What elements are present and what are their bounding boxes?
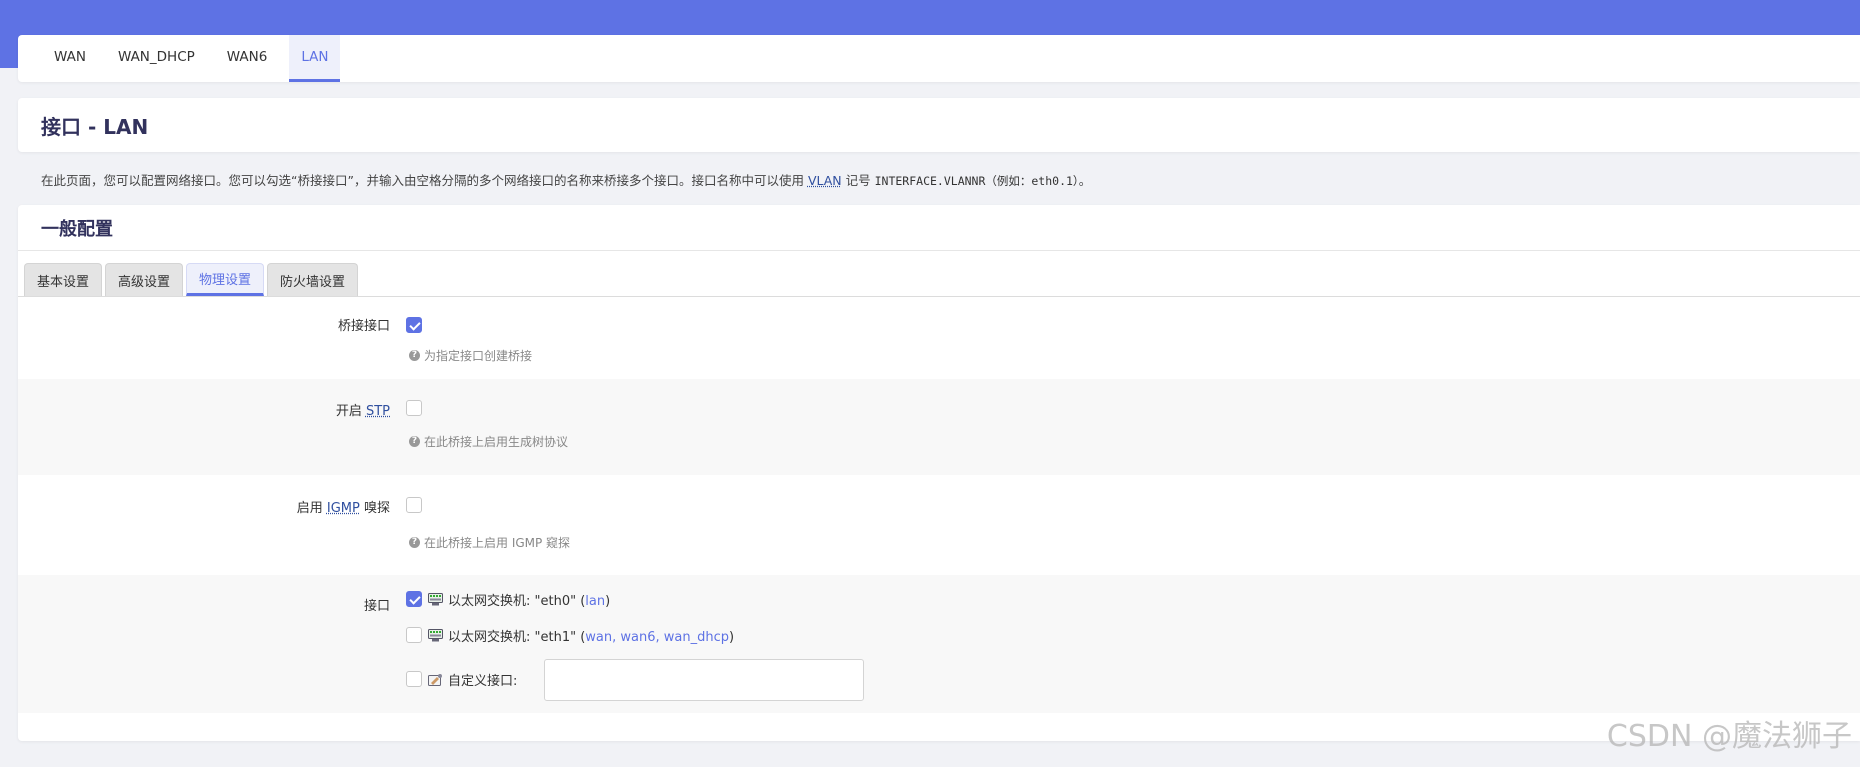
- question-circle-icon: ?: [409, 537, 420, 548]
- eth0-close: ): [605, 594, 611, 609]
- subtab-firewall[interactable]: 防火墙设置: [267, 263, 359, 296]
- igmp-label-suffix: 嗅探: [359, 501, 390, 516]
- description-text-mid: 记号: [841, 173, 875, 188]
- page-description: 在此页面，您可以配置网络接口。您可以勾选“桥接接口”，并输入由空格分隔的多个网络…: [41, 170, 1851, 189]
- stp-hint-text: 在此桥接上启用生成树协议: [424, 435, 569, 449]
- tab-wan6[interactable]: WAN6: [217, 35, 278, 82]
- custom-iface-label: 自定义接口:: [448, 674, 518, 689]
- custom-interface-input[interactable]: [544, 659, 864, 701]
- subtab-physical[interactable]: 物理设置: [186, 263, 265, 296]
- eth1-checkbox[interactable]: [406, 627, 422, 643]
- description-text: 在此页面，您可以配置网络接口。您可以勾选“桥接接口”，并输入由空格分隔的多个网络…: [41, 173, 808, 188]
- igmp-label: 启用 IGMP 嗅探: [297, 497, 390, 516]
- question-circle-icon: ?: [409, 436, 420, 447]
- igmp-row: 启用 IGMP 嗅探 ? 在此桥接上启用 IGMP 窥探: [18, 475, 1860, 575]
- stp-label: 开启 STP: [336, 400, 390, 419]
- custom-iface-checkbox[interactable]: [406, 671, 422, 687]
- igmp-abbr: IGMP: [326, 501, 360, 516]
- tab-wan[interactable]: WAN: [44, 35, 96, 82]
- custom-interface-icon: [428, 673, 443, 686]
- bridge-hint-text: 为指定接口创建桥接: [424, 349, 533, 363]
- bridge-label: 桥接接口: [337, 319, 390, 334]
- eth1-option: 以太网交换机: "eth1" (wan, wan6, wan_dhcp): [428, 626, 734, 645]
- stp-checkbox[interactable]: [406, 400, 422, 416]
- eth1-close: ): [729, 630, 735, 645]
- subtab-advanced[interactable]: 高级设置: [105, 263, 184, 296]
- stp-row: 开启 STP ? 在此桥接上启用生成树协议: [18, 379, 1860, 475]
- ethernet-switch-icon: [428, 629, 443, 642]
- page-title-card: 接口 - LAN: [18, 98, 1860, 152]
- tab-lan[interactable]: LAN: [289, 35, 341, 82]
- tab-wan-dhcp[interactable]: WAN_DHCP: [108, 35, 205, 82]
- interfaces-row: 接口 以太网交换机: "eth0" (lan) 以太网交换机: "eth1" (…: [18, 575, 1860, 713]
- ethernet-switch-icon: [428, 593, 443, 606]
- section-title: 一般配置: [18, 205, 1860, 251]
- igmp-label-prefix: 启用: [296, 501, 327, 516]
- eth0-networks: lan: [585, 594, 606, 609]
- question-circle-icon: ?: [409, 350, 420, 361]
- eth0-label: 以太网交换机: "eth0" (: [448, 594, 586, 609]
- description-text-end: 。: [1078, 173, 1092, 188]
- eth1-label: 以太网交换机: "eth1" (: [448, 630, 586, 645]
- stp-label-prefix: 开启: [335, 404, 366, 419]
- eth0-option: 以太网交换机: "eth0" (lan): [428, 590, 610, 609]
- interface-tabs: WAN WAN_DHCP WAN6 LAN: [18, 35, 1860, 82]
- igmp-hint-text: 在此桥接上启用 IGMP 窥探: [424, 536, 571, 550]
- bridge-hint: ? 为指定接口创建桥接: [409, 347, 532, 364]
- custom-iface-option: 自定义接口:: [428, 670, 517, 689]
- bridge-checkbox[interactable]: [406, 317, 422, 333]
- stp-hint: ? 在此桥接上启用生成树协议: [409, 433, 568, 450]
- vlan-link[interactable]: VLAN: [808, 173, 842, 188]
- interfaces-label: 接口: [363, 599, 390, 614]
- bridge-row: 桥接接口 ? 为指定接口创建桥接: [18, 297, 1860, 379]
- vlan-code-example: INTERFACE.VLANNR（例如：eth0.1）: [874, 174, 1079, 188]
- eth1-networks: wan, wan6, wan_dhcp: [585, 630, 729, 645]
- stp-abbr: STP: [365, 404, 390, 419]
- general-config-card: 一般配置 基本设置 高级设置 物理设置 防火墙设置 桥接接口 ? 为指定接口创建…: [18, 205, 1860, 741]
- config-subtabs: 基本设置 高级设置 物理设置 防火墙设置: [18, 251, 1860, 297]
- igmp-hint: ? 在此桥接上启用 IGMP 窥探: [409, 534, 570, 551]
- page-title: 接口 - LAN: [41, 114, 149, 139]
- subtab-basic[interactable]: 基本设置: [24, 263, 103, 296]
- eth0-checkbox[interactable]: [406, 591, 422, 607]
- watermark: CSDN @魔法狮子: [1606, 719, 1852, 754]
- igmp-checkbox[interactable]: [406, 497, 422, 513]
